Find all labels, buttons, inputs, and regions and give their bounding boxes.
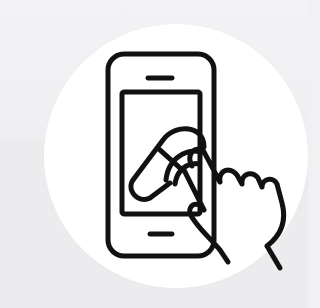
wrist-left	[217, 247, 231, 265]
wrist-right	[264, 243, 283, 271]
smartphone-touch-payment-svg	[105, 51, 287, 271]
capsule-bottom-line	[147, 180, 173, 201]
capsule-left-end	[128, 177, 153, 202]
smartphone-touch-payment-icon	[92, 44, 312, 274]
knuckle-2	[239, 171, 265, 190]
knuckle-1	[217, 167, 245, 187]
knuckle-3	[259, 176, 287, 249]
